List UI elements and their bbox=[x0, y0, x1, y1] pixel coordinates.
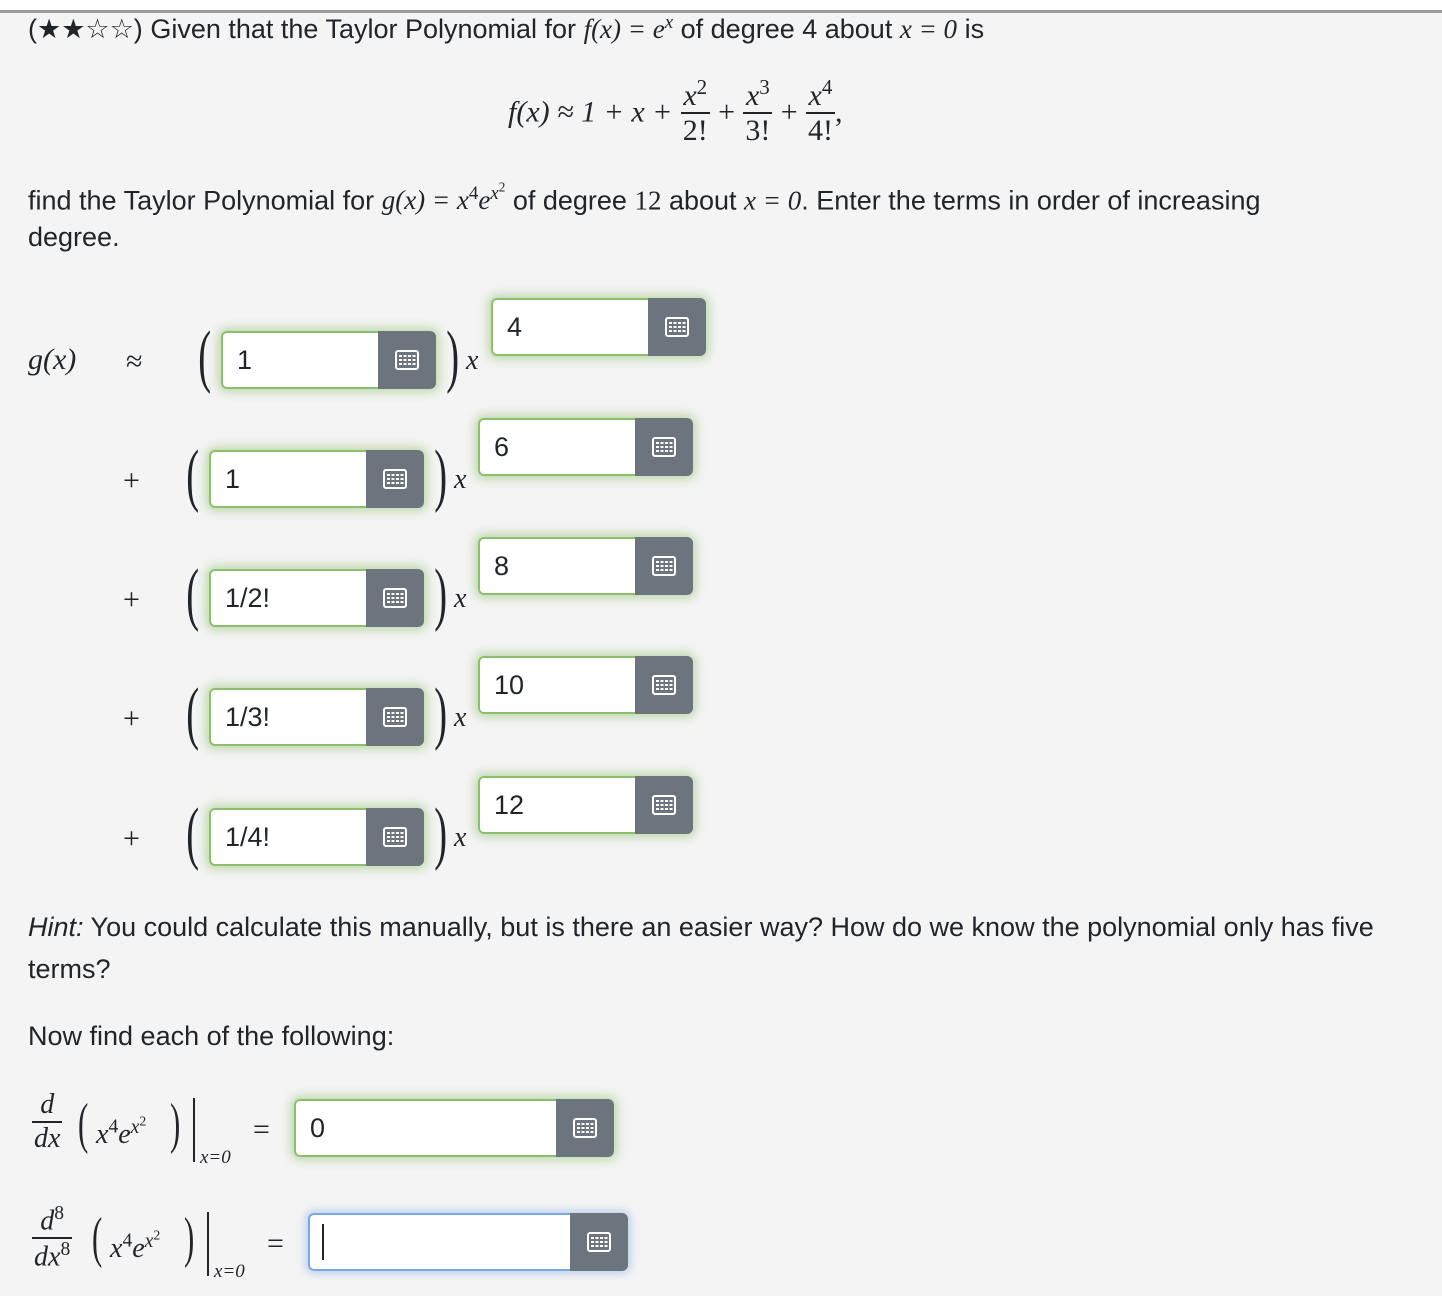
plus-sign: + bbox=[123, 822, 140, 855]
derivative-body-2: x4ex2 bbox=[110, 1227, 161, 1264]
matrix-grid-icon[interactable] bbox=[556, 1099, 614, 1157]
question-intro: (★★☆☆) Given that the Taylor Polynomial … bbox=[28, 12, 985, 44]
left-paren: ( bbox=[186, 556, 200, 633]
right-paren: ) bbox=[434, 795, 448, 872]
matrix-grid-icon[interactable] bbox=[366, 450, 424, 508]
power-input-2[interactable] bbox=[478, 418, 635, 476]
fraction-x4: x4 4! bbox=[805, 75, 835, 147]
derivative-expr-1: d dx bbox=[32, 1089, 63, 1154]
derivative-input-2[interactable] bbox=[308, 1213, 570, 1271]
matrix-grid-icon[interactable] bbox=[378, 331, 436, 389]
eval-bar bbox=[193, 1098, 195, 1162]
taylor-formula-ex: f(x) ≈ 1 + x + x2 2! + x3 3! + x4 4!, bbox=[508, 75, 843, 147]
matrix-grid-icon[interactable] bbox=[635, 776, 693, 834]
coef-input-group-2 bbox=[209, 450, 424, 508]
x-variable: x bbox=[454, 464, 467, 495]
coef-input-4[interactable] bbox=[209, 688, 366, 746]
plus-sign: + bbox=[123, 583, 140, 616]
matrix-grid-icon[interactable] bbox=[635, 418, 693, 476]
left-paren: ( bbox=[198, 318, 212, 395]
matrix-grid-icon[interactable] bbox=[366, 688, 424, 746]
x-variable: x bbox=[454, 702, 467, 733]
matrix-grid-icon[interactable] bbox=[366, 808, 424, 866]
coef-input-group-3 bbox=[209, 569, 424, 627]
matrix-grid-icon[interactable] bbox=[366, 569, 424, 627]
question-task: find the Taylor Polynomial for g(x) = x4… bbox=[28, 180, 1261, 216]
power-input-5[interactable] bbox=[478, 776, 635, 834]
power-input-1[interactable] bbox=[491, 298, 648, 356]
equals-sign: = bbox=[267, 1227, 284, 1260]
fraction-x2: x2 2! bbox=[680, 75, 710, 147]
hint-text-cont: terms? bbox=[28, 954, 111, 984]
coef-input-group-1 bbox=[221, 331, 436, 389]
matrix-grid-icon[interactable] bbox=[648, 298, 706, 356]
question-task-cont: degree. bbox=[28, 222, 120, 252]
g-of-x-label: g(x) bbox=[28, 343, 77, 376]
matrix-grid-icon[interactable] bbox=[635, 656, 693, 714]
plus-sign: + bbox=[123, 702, 140, 735]
left-paren: ( bbox=[186, 795, 200, 872]
power-input-group-2 bbox=[478, 418, 693, 476]
eval-point: x=0 bbox=[200, 1147, 231, 1168]
left-paren: ( bbox=[186, 675, 200, 752]
plus-sign: + bbox=[123, 464, 140, 497]
derivative-body-1: x4ex2 bbox=[96, 1113, 147, 1150]
eval-bar bbox=[207, 1212, 209, 1276]
power-input-4[interactable] bbox=[478, 656, 635, 714]
x-variable: x bbox=[454, 822, 467, 853]
power-input-3[interactable] bbox=[478, 537, 635, 595]
coef-input-group-4 bbox=[209, 688, 424, 746]
power-input-group-3 bbox=[478, 537, 693, 595]
right-paren: ) bbox=[434, 675, 448, 752]
left-paren: ( bbox=[186, 437, 200, 514]
right-paren: ) bbox=[446, 318, 460, 395]
power-input-group-4 bbox=[478, 656, 693, 714]
coef-input-5[interactable] bbox=[209, 808, 366, 866]
derivative-expr-2: d8 dx8 bbox=[32, 1203, 73, 1273]
text-cursor bbox=[322, 1224, 324, 1260]
coef-input-3[interactable] bbox=[209, 569, 366, 627]
coef-input-2[interactable] bbox=[209, 450, 366, 508]
power-input-group-1 bbox=[491, 298, 706, 356]
right-paren: ) bbox=[434, 556, 448, 633]
matrix-grid-icon[interactable] bbox=[635, 537, 693, 595]
x-variable: x bbox=[466, 345, 479, 376]
derivative-input-1[interactable] bbox=[294, 1099, 556, 1157]
question-body: (★★☆☆) Given that the Taylor Polynomial … bbox=[0, 0, 1442, 1296]
coef-input-group-5 bbox=[209, 808, 424, 866]
equals-sign: = bbox=[253, 1113, 270, 1146]
difficulty-stars: (★★☆☆) bbox=[28, 14, 143, 44]
x-variable: x bbox=[454, 583, 467, 614]
matrix-grid-icon[interactable] bbox=[570, 1213, 628, 1271]
coef-input-1[interactable] bbox=[221, 331, 378, 389]
approx-sign: ≈ bbox=[126, 345, 143, 378]
right-paren: ) bbox=[434, 437, 448, 514]
derivative-input-group-2 bbox=[308, 1213, 628, 1271]
now-find-heading: Now find each of the following: bbox=[28, 1021, 395, 1051]
power-input-group-5 bbox=[478, 776, 693, 834]
hint-text: Hint: You could calculate this manually,… bbox=[28, 912, 1374, 942]
eval-point: x=0 bbox=[214, 1261, 245, 1282]
derivative-input-group-1 bbox=[294, 1099, 614, 1157]
fraction-x3: x3 3! bbox=[743, 75, 773, 147]
